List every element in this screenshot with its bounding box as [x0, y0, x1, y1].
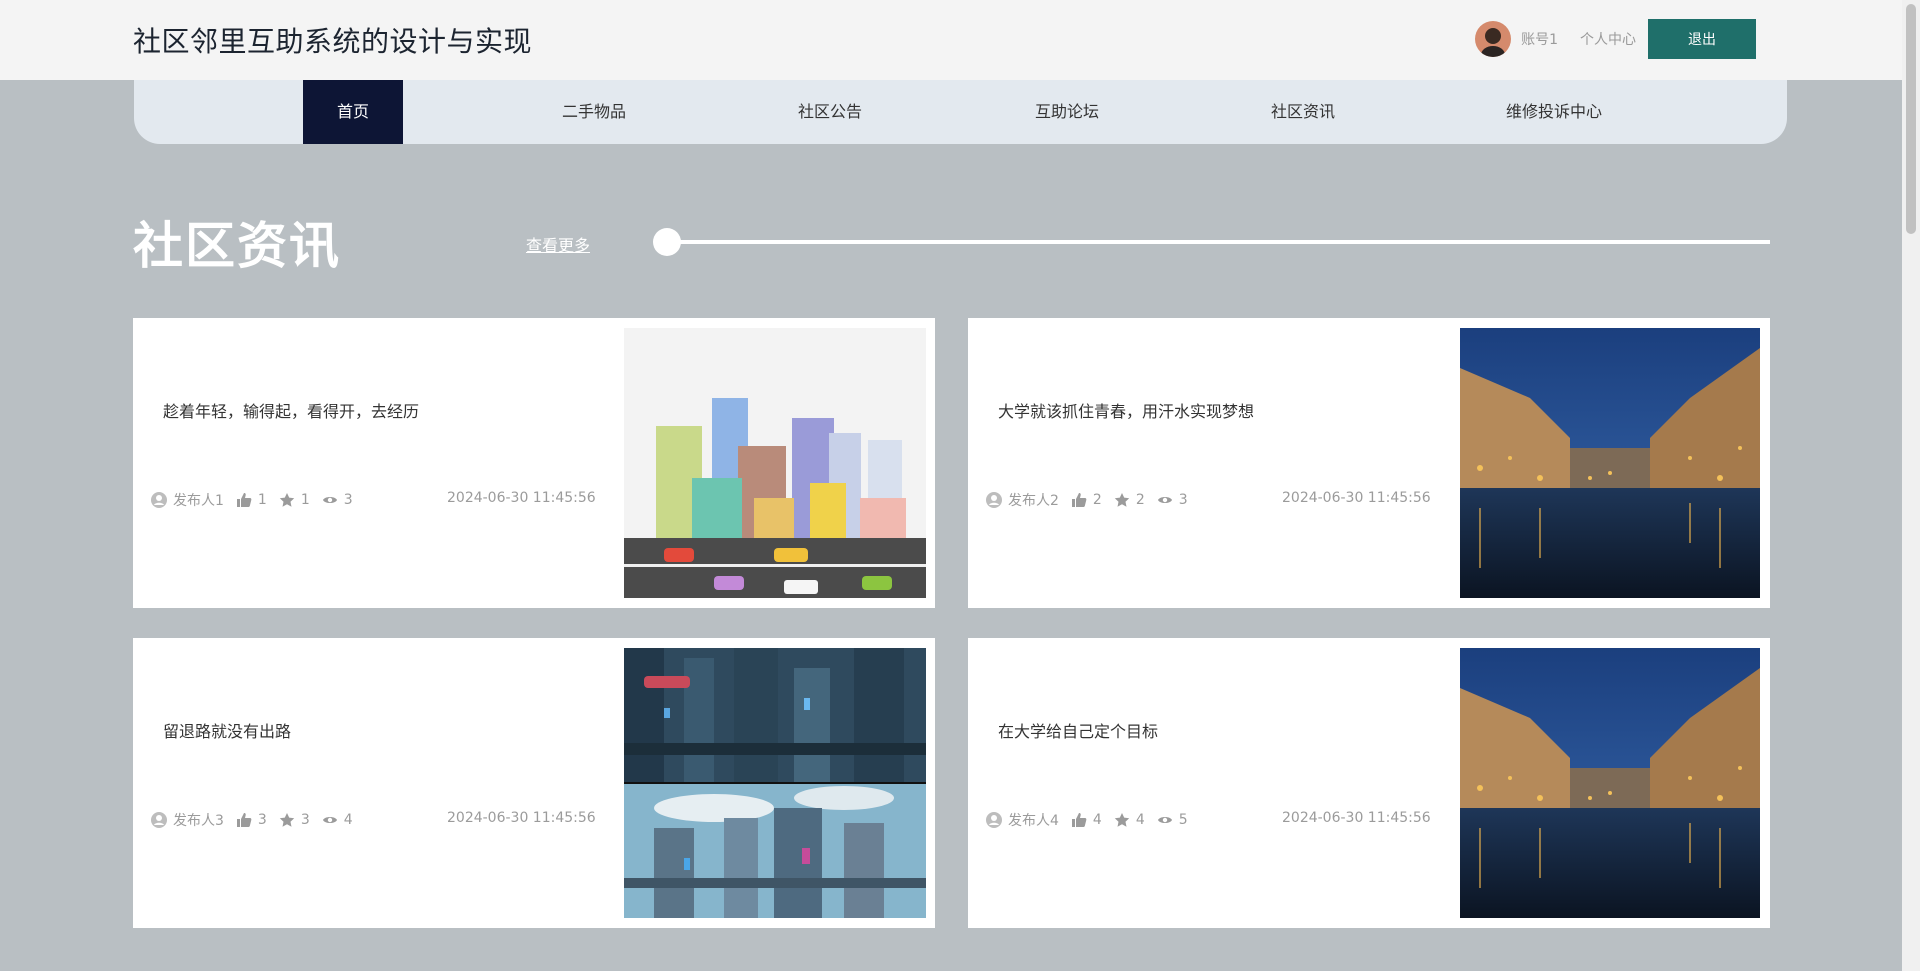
news-date: 2024-06-30 11:45:56 [1282, 490, 1431, 506]
user-icon [986, 492, 1002, 508]
user-area: 账号1 个人中心 退出 [1475, 19, 1756, 59]
nav-item-forum[interactable]: 互助论坛 [1007, 80, 1127, 144]
star-icon[interactable] [1114, 492, 1130, 508]
eye-icon [1157, 492, 1173, 508]
nav-item-home[interactable]: 首页 [303, 80, 403, 144]
section-title: 社区资讯 [133, 217, 341, 275]
news-title[interactable]: 留退路就没有出路 [163, 718, 291, 742]
eye-icon [1157, 812, 1173, 828]
news-thumbnail-canal-night[interactable] [1460, 648, 1760, 918]
user-icon [151, 492, 167, 508]
star-icon[interactable] [1114, 812, 1130, 828]
account-name[interactable]: 账号1 [1521, 29, 1558, 49]
thumbs-up-icon[interactable] [236, 812, 252, 828]
news-title[interactable]: 大学就该抓住青春，用汗水实现梦想 [998, 398, 1254, 422]
top-header: 社区邻里互助系统的设计与实现 账号1 个人中心 退出 [0, 0, 1902, 80]
author-name: 发布人4 [1008, 813, 1059, 829]
favorite-count: 4 [1135, 812, 1145, 828]
news-date: 2024-06-30 11:45:56 [1282, 810, 1431, 826]
personal-center-link[interactable]: 个人中心 [1580, 29, 1636, 49]
eye-icon [322, 812, 338, 828]
carousel-track[interactable] [666, 240, 1770, 244]
view-count: 3 [343, 492, 353, 508]
news-thumbnail-futuristic-city[interactable] [624, 648, 926, 918]
user-icon [986, 812, 1002, 828]
view-count: 4 [343, 812, 353, 828]
view-more-link[interactable]: 查看更多 [526, 232, 590, 256]
news-thumbnail-city-illustration[interactable] [624, 328, 926, 598]
news-meta: 发布人1 1 1 3 [151, 490, 353, 510]
user-icon [151, 812, 167, 828]
site-title: 社区邻里互助系统的设计与实现 [133, 25, 533, 58]
news-card[interactable]: 在大学给自己定个目标 发布人4 4 4 5 2024-06-30 11:45:5… [968, 638, 1770, 928]
like-count: 2 [1092, 492, 1102, 508]
thumbs-up-icon[interactable] [1071, 492, 1087, 508]
scrollbar-thumb[interactable] [1906, 4, 1916, 234]
thumbs-up-icon[interactable] [1071, 812, 1087, 828]
avatar[interactable] [1475, 21, 1512, 57]
news-card[interactable]: 大学就该抓住青春，用汗水实现梦想 发布人2 2 2 3 2024-06-30 1… [968, 318, 1770, 608]
news-card[interactable]: 留退路就没有出路 发布人3 3 3 4 2024-06-30 11:45:56 [133, 638, 935, 928]
nav-item-second-hand[interactable]: 二手物品 [534, 80, 654, 144]
favorite-count: 3 [300, 812, 310, 828]
news-card[interactable]: 趁着年轻，输得起，看得开，去经历 发布人1 1 1 3 2024-06-30 1… [133, 318, 935, 608]
news-meta: 发布人2 2 2 3 [986, 490, 1188, 510]
author-name: 发布人1 [173, 493, 224, 509]
nav-item-news[interactable]: 社区资讯 [1243, 80, 1363, 144]
thumbs-up-icon[interactable] [236, 492, 252, 508]
carousel-handle[interactable] [653, 228, 681, 256]
favorite-count: 2 [1135, 492, 1145, 508]
nav-item-repair-complaints[interactable]: 维修投诉中心 [1474, 80, 1634, 144]
news-title[interactable]: 趁着年轻，输得起，看得开，去经历 [163, 398, 419, 422]
author-name: 发布人3 [173, 813, 224, 829]
news-date: 2024-06-30 11:45:56 [447, 810, 596, 826]
main-nav: 首页 二手物品 社区公告 互助论坛 社区资讯 维修投诉中心 [134, 80, 1787, 144]
logout-button[interactable]: 退出 [1648, 19, 1756, 59]
news-date: 2024-06-30 11:45:56 [447, 490, 596, 506]
star-icon[interactable] [279, 492, 295, 508]
news-meta: 发布人3 3 3 4 [151, 810, 353, 830]
view-count: 5 [1178, 812, 1188, 828]
like-count: 1 [257, 492, 267, 508]
star-icon[interactable] [279, 812, 295, 828]
author-name: 发布人2 [1008, 493, 1059, 509]
news-meta: 发布人4 4 4 5 [986, 810, 1188, 830]
like-count: 4 [1092, 812, 1102, 828]
news-title[interactable]: 在大学给自己定个目标 [998, 718, 1158, 742]
page-scrollbar[interactable] [1902, 0, 1920, 971]
view-count: 3 [1178, 492, 1188, 508]
eye-icon [322, 492, 338, 508]
like-count: 3 [257, 812, 267, 828]
nav-item-announcements[interactable]: 社区公告 [770, 80, 890, 144]
favorite-count: 1 [300, 492, 310, 508]
news-thumbnail-canal-night[interactable] [1460, 328, 1760, 598]
